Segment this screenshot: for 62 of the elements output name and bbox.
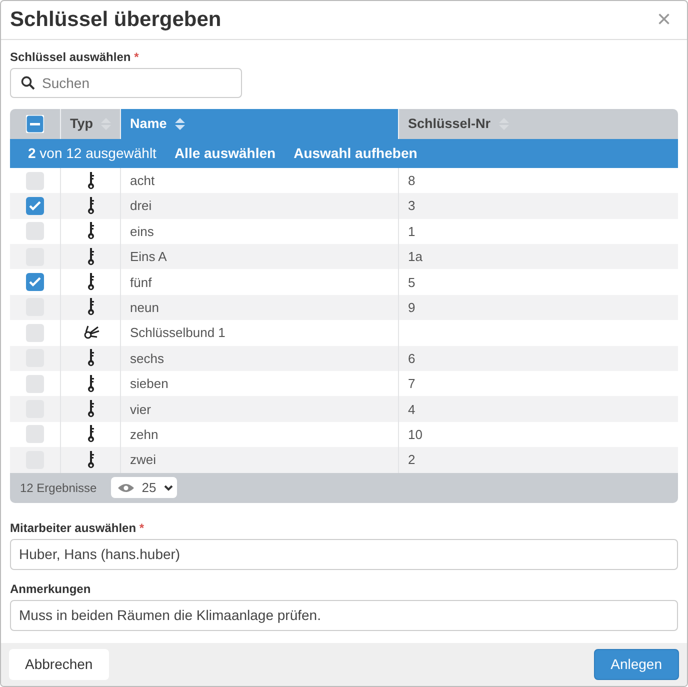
table-cell: 4 bbox=[408, 402, 416, 417]
key-icon bbox=[86, 248, 94, 266]
table-cell: 8 bbox=[408, 173, 416, 188]
checkbox[interactable] bbox=[26, 324, 44, 342]
table-cell: Schlüsselbund 1 bbox=[130, 325, 226, 340]
key-icon bbox=[86, 374, 94, 393]
table-cell: acht bbox=[130, 173, 155, 188]
select-all-link[interactable]: Alle auswählen bbox=[174, 145, 276, 162]
checkbox[interactable] bbox=[26, 172, 44, 190]
table-cell: vier bbox=[130, 402, 151, 417]
search-field[interactable]: Suchen bbox=[10, 68, 242, 98]
key-icon bbox=[86, 450, 94, 469]
sort-icon bbox=[174, 118, 185, 130]
table-cell: zehn bbox=[130, 426, 158, 442]
eye-icon bbox=[118, 482, 134, 492]
checkbox[interactable] bbox=[26, 273, 44, 292]
selection-summary: 2 von 12 ausgewählt bbox=[28, 145, 156, 162]
table-cell: 5 bbox=[408, 274, 416, 290]
table-cell: drei bbox=[130, 198, 152, 214]
table-cell: neun bbox=[130, 300, 159, 315]
key-icon bbox=[86, 222, 94, 240]
key-icon bbox=[86, 400, 94, 418]
field-label: Anmerkungen bbox=[10, 582, 91, 596]
chevron-icon bbox=[164, 484, 174, 490]
field-label: Mitarbeiter auswählen * bbox=[10, 520, 144, 534]
table-cell: sieben bbox=[130, 376, 168, 392]
table-cell: 7 bbox=[408, 376, 416, 392]
table-cell: sechs bbox=[130, 350, 164, 366]
search-icon bbox=[21, 76, 35, 90]
field-label: Schlüssel auswählen * bbox=[10, 50, 139, 64]
table-cell: fünf bbox=[130, 274, 152, 290]
table-cell: Eins A bbox=[130, 249, 167, 264]
key-icon bbox=[86, 298, 94, 316]
key-icon bbox=[86, 349, 94, 368]
checkbox[interactable] bbox=[26, 374, 44, 393]
table-cell: 2 bbox=[408, 452, 416, 468]
dialog-title: Schlüssel übergeben bbox=[10, 8, 222, 32]
table-cell: 1 bbox=[408, 224, 416, 239]
table-cell: eins bbox=[130, 224, 154, 239]
checkbox[interactable] bbox=[26, 425, 44, 444]
results-count: 12 Ergebnisse bbox=[20, 480, 97, 494]
table-cell: 9 bbox=[408, 300, 416, 315]
key-icon bbox=[86, 273, 94, 292]
table-cell: zwei bbox=[130, 452, 156, 468]
employee-field[interactable]: Huber, Hans (hans.huber) bbox=[10, 538, 678, 570]
key-icon bbox=[86, 425, 94, 444]
key-icon bbox=[86, 196, 94, 215]
checkbox[interactable] bbox=[26, 114, 44, 133]
column-header[interactable]: Name bbox=[120, 108, 398, 139]
cancel-button[interactable]: Abbrechen bbox=[9, 648, 109, 680]
table-cell: 1a bbox=[408, 249, 422, 264]
create-button[interactable]: Anlegen bbox=[594, 648, 679, 680]
clear-selection-link[interactable]: Auswahl aufheben bbox=[294, 145, 418, 162]
key-icon bbox=[86, 172, 94, 190]
page-size-select[interactable]: 25 bbox=[110, 477, 178, 498]
table-cell: 6 bbox=[408, 350, 416, 366]
notes-field[interactable]: Muss in beiden Räumen die Klimaanlage prüfen. bbox=[10, 600, 678, 630]
table-cell: 3 bbox=[408, 198, 416, 214]
table-cell: 10 bbox=[408, 426, 422, 442]
checkbox[interactable] bbox=[26, 222, 44, 240]
checkbox[interactable] bbox=[26, 196, 44, 215]
key-bunch-icon bbox=[82, 324, 100, 341]
